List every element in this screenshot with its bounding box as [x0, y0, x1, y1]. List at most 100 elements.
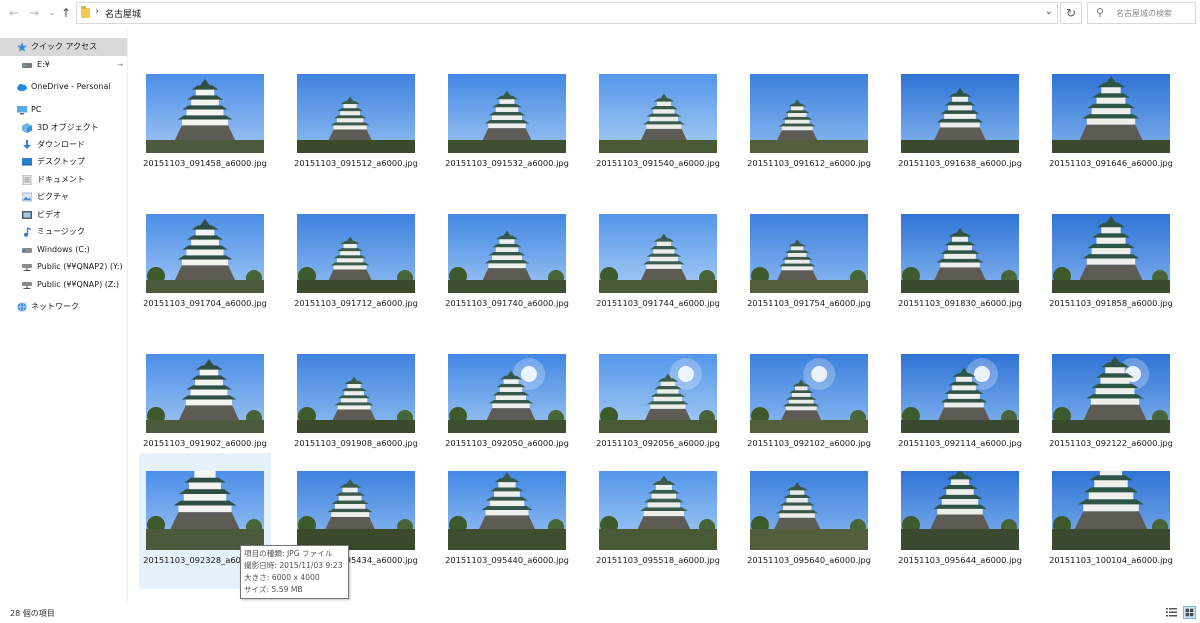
- sidebar-item[interactable]: クイック アクセス: [0, 38, 127, 56]
- file-name[interactable]: 20151103_092102_a6000.jpg: [743, 438, 875, 448]
- file-thumbnail[interactable]: [901, 214, 1019, 293]
- file-tile[interactable]: 20151103_092122_a6000.jpg: [1045, 336, 1177, 472]
- file-name[interactable]: 20151103_095640_a6000.jpg: [743, 555, 875, 565]
- file-tile[interactable]: 20151103_091612_a6000.jpg: [743, 56, 875, 192]
- file-tile[interactable]: 20151103_095440_a6000.jpg: [441, 453, 573, 589]
- file-tile[interactable]: 20151103_092056_a6000.jpg: [592, 336, 724, 472]
- file-tile[interactable]: 20151103_091712_a6000.jpg: [290, 196, 422, 332]
- file-thumbnail[interactable]: [1052, 471, 1170, 550]
- file-name[interactable]: 20151103_091754_a6000.jpg: [743, 298, 875, 308]
- file-name[interactable]: 20151103_091858_a6000.jpg: [1045, 298, 1177, 308]
- breadcrumb-current-folder[interactable]: 名古屋城: [105, 7, 141, 20]
- sidebar-item[interactable]: Public (¥¥QNAP) (Z:): [0, 276, 127, 294]
- file-tile[interactable]: 20151103_091858_a6000.jpg: [1045, 196, 1177, 332]
- file-thumbnail[interactable]: [146, 74, 264, 153]
- file-thumbnail[interactable]: [1052, 74, 1170, 153]
- sidebar-item[interactable]: ビデオ: [0, 206, 127, 224]
- file-name[interactable]: 20151103_091908_a6000.jpg: [290, 438, 422, 448]
- sidebar-item[interactable]: OneDrive - Personal: [0, 78, 127, 96]
- file-thumbnail[interactable]: [901, 354, 1019, 433]
- file-thumbnail[interactable]: [448, 214, 566, 293]
- back-arrow-icon[interactable]: ←: [6, 4, 22, 22]
- file-name[interactable]: 20151103_091902_a6000.jpg: [139, 438, 271, 448]
- file-name[interactable]: 20151103_095644_a6000.jpg: [894, 555, 1026, 565]
- file-name[interactable]: 20151103_100104_a6000.jpg: [1045, 555, 1177, 565]
- file-name[interactable]: 20151103_092114_a6000.jpg: [894, 438, 1026, 448]
- sidebar-item[interactable]: デスクトップ: [0, 153, 127, 171]
- file-tile[interactable]: 20151103_091704_a6000.jpg: [139, 196, 271, 332]
- file-name[interactable]: 20151103_092122_a6000.jpg: [1045, 438, 1177, 448]
- file-name[interactable]: 20151103_091830_a6000.jpg: [894, 298, 1026, 308]
- file-name[interactable]: 20151103_091532_a6000.jpg: [441, 158, 573, 168]
- file-name[interactable]: 20151103_095518_a6000.jpg: [592, 555, 724, 565]
- file-name[interactable]: 20151103_091712_a6000.jpg: [290, 298, 422, 308]
- file-tile[interactable]: 20151103_091902_a6000.jpg: [139, 336, 271, 472]
- sidebar-item[interactable]: ミュージック: [0, 223, 127, 241]
- file-thumbnail[interactable]: [599, 354, 717, 433]
- file-name[interactable]: 20151103_091512_a6000.jpg: [290, 158, 422, 168]
- sidebar-item[interactable]: ネットワーク: [0, 298, 127, 316]
- file-thumbnail[interactable]: [297, 74, 415, 153]
- file-thumbnail[interactable]: [297, 214, 415, 293]
- file-tile[interactable]: 20151103_091740_a6000.jpg: [441, 196, 573, 332]
- sidebar-item[interactable]: Public (¥¥QNAP2) (Y:): [0, 258, 127, 276]
- file-name[interactable]: 20151103_091704_a6000.jpg: [139, 298, 271, 308]
- file-tile[interactable]: 20151103_100104_a6000.jpg: [1045, 453, 1177, 589]
- sidebar-item[interactable]: 3D オブジェクト: [0, 119, 127, 137]
- breadcrumb-separator-icon[interactable]: ›: [95, 6, 99, 17]
- file-thumbnail[interactable]: [297, 354, 415, 433]
- pin-icon[interactable]: →: [117, 56, 123, 74]
- file-thumbnail[interactable]: [599, 214, 717, 293]
- large-icons-view-icon[interactable]: [1183, 606, 1196, 619]
- details-view-icon[interactable]: [1166, 607, 1177, 618]
- sidebar-item[interactable]: PC: [0, 101, 127, 119]
- file-name[interactable]: 20151103_092056_a6000.jpg: [592, 438, 724, 448]
- file-thumbnail[interactable]: [750, 354, 868, 433]
- file-thumbnail[interactable]: [448, 471, 566, 550]
- file-name[interactable]: 20151103_091646_a6000.jpg: [1045, 158, 1177, 168]
- file-name[interactable]: 20151103_091458_a6000.jpg: [139, 158, 271, 168]
- file-name[interactable]: 20151103_095440_a6000.jpg: [441, 555, 573, 565]
- file-tile[interactable]: 20151103_091744_a6000.jpg: [592, 196, 724, 332]
- forward-arrow-icon[interactable]: →: [26, 4, 42, 22]
- file-thumbnail[interactable]: [448, 354, 566, 433]
- file-name[interactable]: 20151103_091740_a6000.jpg: [441, 298, 573, 308]
- file-thumbnail[interactable]: [146, 214, 264, 293]
- address-dropdown-chevron-icon[interactable]: ⌄: [1045, 6, 1053, 17]
- file-tile[interactable]: 20151103_091908_a6000.jpg: [290, 336, 422, 472]
- sidebar-item[interactable]: ドキュメント: [0, 171, 127, 189]
- sidebar-item[interactable]: E:¥ →: [0, 56, 127, 74]
- file-thumbnail[interactable]: [1052, 354, 1170, 433]
- up-arrow-icon[interactable]: ↑: [58, 4, 74, 22]
- file-tile[interactable]: 20151103_092114_a6000.jpg: [894, 336, 1026, 472]
- file-thumbnail[interactable]: [448, 74, 566, 153]
- file-tile[interactable]: 20151103_091754_a6000.jpg: [743, 196, 875, 332]
- file-thumbnail[interactable]: [1052, 214, 1170, 293]
- file-tile[interactable]: 20151103_091830_a6000.jpg: [894, 196, 1026, 332]
- file-tile[interactable]: 20151103_091638_a6000.jpg: [894, 56, 1026, 192]
- file-tile[interactable]: 20151103_095640_a6000.jpg: [743, 453, 875, 589]
- file-thumbnail[interactable]: [901, 471, 1019, 550]
- search-input[interactable]: ⚲ 名古屋城の検索: [1087, 2, 1196, 24]
- file-tile[interactable]: 20151103_091512_a6000.jpg: [290, 56, 422, 192]
- file-thumbnail[interactable]: [750, 74, 868, 153]
- file-tile[interactable]: 20151103_091458_a6000.jpg: [139, 56, 271, 192]
- file-tile[interactable]: 20151103_091540_a6000.jpg: [592, 56, 724, 192]
- file-tile[interactable]: 20151103_091532_a6000.jpg: [441, 56, 573, 192]
- file-thumbnail[interactable]: [901, 74, 1019, 153]
- file-thumbnail[interactable]: [146, 471, 264, 550]
- sidebar-item[interactable]: ダウンロード: [0, 136, 127, 154]
- address-path-box[interactable]: › 名古屋城 ⌄: [76, 2, 1058, 24]
- file-tile[interactable]: 20151103_091646_a6000.jpg: [1045, 56, 1177, 192]
- file-thumbnail[interactable]: [599, 471, 717, 550]
- sidebar-item[interactable]: ピクチャ: [0, 188, 127, 206]
- file-name[interactable]: 20151103_091540_a6000.jpg: [592, 158, 724, 168]
- file-tile[interactable]: 20151103_092050_a6000.jpg: [441, 336, 573, 472]
- file-tile[interactable]: 20151103_092102_a6000.jpg: [743, 336, 875, 472]
- file-thumbnail[interactable]: [146, 354, 264, 433]
- file-name[interactable]: 20151103_091744_a6000.jpg: [592, 298, 724, 308]
- file-thumbnail[interactable]: [750, 471, 868, 550]
- file-tile[interactable]: 20151103_095644_a6000.jpg: [894, 453, 1026, 589]
- file-thumbnail[interactable]: [750, 214, 868, 293]
- file-name[interactable]: 20151103_092050_a6000.jpg: [441, 438, 573, 448]
